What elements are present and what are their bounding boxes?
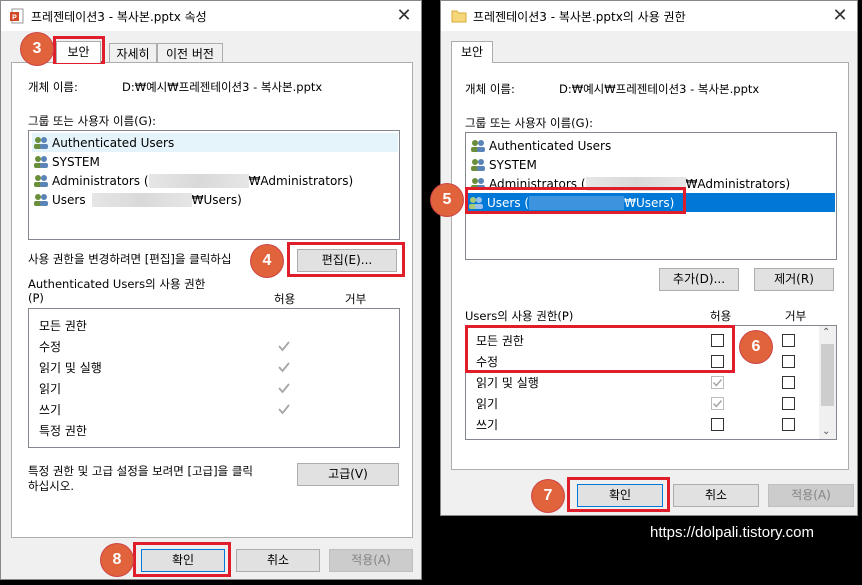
scrollbar[interactable]: ⌃ ⌄	[819, 326, 836, 439]
deny-checkbox-read[interactable]	[782, 397, 795, 410]
apply-button[interactable]: 적용(A)	[329, 549, 413, 572]
checkmark-icon	[278, 383, 290, 394]
perm-row: 읽기 및 실행	[476, 376, 539, 390]
step-badge-5: 5	[431, 184, 463, 216]
security-panel: 개체 이름: D:₩예시₩프레젠테이션3 - 복사본.pptx 그룹 또는 사용…	[451, 62, 849, 470]
highlight-users-row	[465, 187, 686, 214]
list-item[interactable]: SYSTEM	[32, 152, 100, 171]
close-icon[interactable]: ✕	[393, 5, 415, 27]
cancel-button[interactable]: 취소	[673, 484, 759, 507]
perm-title-line1: Authenticated Users의 사용 권한	[28, 277, 206, 291]
permission-list: 모든 권한 수정 읽기 및 실행 읽기 쓰기 특정 권한	[28, 308, 400, 448]
user-group-icon	[32, 155, 50, 169]
user-list[interactable]: Authenticated Users SYSTEM Administrator…	[28, 130, 400, 240]
list-item[interactable]: Administrators (₩Administrators)	[32, 171, 353, 190]
object-name-label: 개체 이름:	[28, 80, 78, 94]
tab-previous-versions[interactable]: 이전 버전	[157, 43, 223, 63]
advanced-button[interactable]: 고급(V)	[297, 463, 399, 486]
tab-details[interactable]: 자세히	[109, 43, 157, 63]
deny-checkbox-full[interactable]	[782, 334, 795, 347]
group-user-label: 그룹 또는 사용자 이름(G):	[28, 114, 156, 128]
perm-row: 모든 권한	[39, 319, 87, 333]
properties-titlebar[interactable]: P 프레젠테이션3 - 복사본.pptx 속성 ✕	[1, 1, 421, 31]
allow-header: 허용	[710, 309, 732, 323]
edit-hint: 사용 권한을 변경하려면 [편집]을 클릭하십	[28, 252, 232, 266]
group-user-label: 그룹 또는 사용자 이름(G):	[465, 116, 593, 130]
user-group-icon	[32, 136, 50, 150]
perm-row: 쓰기	[39, 403, 62, 417]
watermark: https://dolpali.tistory.com	[650, 524, 814, 541]
advanced-hint-line1: 특정 권한 및 고급 설정을 보려면 [고급]을 클릭	[28, 464, 253, 478]
perm-title-line2: (P)	[28, 291, 44, 305]
step-badge-7: 7	[532, 480, 564, 512]
user-group-icon	[469, 158, 487, 172]
checkmark-icon	[278, 404, 290, 415]
perm-row: 수정	[39, 340, 62, 354]
object-name-value: D:₩예시₩프레젠테이션3 - 복사본.pptx	[559, 82, 760, 96]
user-group-icon	[32, 174, 50, 188]
scroll-down-icon[interactable]: ⌄	[822, 426, 830, 437]
close-icon[interactable]: ✕	[829, 5, 851, 27]
permissions-titlebar[interactable]: 프레젠테이션3 - 복사본.pptx의 사용 권한 ✕	[441, 1, 857, 31]
highlight-right-ok	[567, 477, 670, 512]
tab-security[interactable]: 보안	[56, 41, 101, 63]
redacted-area	[148, 173, 249, 188]
highlight-left-ok	[133, 542, 231, 577]
perm-row: 읽기	[476, 397, 499, 411]
window-title: 프레젠테이션3 - 복사본.pptx 속성	[31, 9, 207, 24]
security-panel: 개체 이름: D:₩예시₩프레젠테이션3 - 복사본.pptx 그룹 또는 사용…	[11, 62, 413, 538]
highlight-full-modify	[465, 325, 735, 373]
list-item[interactable]: Authenticated Users	[32, 133, 398, 152]
deny-checkbox-modify[interactable]	[782, 355, 795, 368]
folder-icon	[451, 9, 467, 23]
remove-button[interactable]: 제거(R)	[754, 268, 834, 291]
allow-checkbox-read	[711, 397, 724, 410]
user-group-icon	[469, 139, 487, 153]
window-title: 프레젠테이션3 - 복사본.pptx의 사용 권한	[473, 9, 686, 24]
permissions-window: 프레젠테이션3 - 복사본.pptx의 사용 권한 ✕ 보안 개체 이름: D:…	[440, 0, 858, 516]
apply-button[interactable]: 적용(A)	[768, 484, 854, 507]
perm-row: 읽기 및 실행	[39, 361, 102, 375]
step-badge-3: 3	[21, 33, 53, 65]
perm-row: 특정 권한	[39, 424, 87, 438]
deny-header: 거부	[785, 309, 807, 323]
scroll-thumb[interactable]	[821, 344, 834, 406]
tab-security[interactable]: 보안	[451, 41, 493, 63]
step-badge-4: 4	[251, 245, 283, 277]
svg-text:P: P	[12, 15, 17, 22]
deny-checkbox-write[interactable]	[782, 418, 795, 431]
checkmark-icon	[278, 341, 290, 352]
object-name-label: 개체 이름:	[465, 82, 515, 96]
allow-header: 허용	[274, 292, 296, 306]
redacted-area	[91, 192, 192, 207]
advanced-hint-line2: 하십시오.	[28, 479, 74, 493]
allow-checkbox-read-execute	[711, 376, 724, 389]
user-group-icon	[32, 193, 50, 207]
deny-header: 거부	[345, 292, 367, 306]
list-item[interactable]: SYSTEM	[469, 155, 537, 174]
properties-window: P 프레젠테이션3 - 복사본.pptx 속성 ✕ 보안 자세히 이전 버전 개…	[0, 0, 422, 580]
pptx-file-icon: P	[9, 8, 25, 24]
deny-checkbox-read-execute[interactable]	[782, 376, 795, 389]
cancel-button[interactable]: 취소	[236, 549, 320, 572]
highlight-edit-button	[287, 242, 405, 277]
perm-row: 쓰기	[476, 418, 499, 432]
checkmark-icon	[278, 362, 290, 373]
step-badge-6: 6	[740, 331, 772, 363]
list-item[interactable]: Authenticated Users	[469, 136, 611, 155]
perm-row: 읽기	[39, 382, 62, 396]
object-name-value: D:₩예시₩프레젠테이션3 - 복사본.pptx	[122, 80, 323, 94]
perm-title: Users의 사용 권한(P)	[465, 309, 574, 323]
scroll-up-icon[interactable]: ⌃	[822, 327, 830, 338]
add-button[interactable]: 추가(D)...	[659, 268, 739, 291]
allow-checkbox-write[interactable]	[711, 418, 724, 431]
step-badge-8: 8	[101, 544, 133, 576]
list-item[interactable]: Users ₩Users)	[32, 190, 242, 209]
